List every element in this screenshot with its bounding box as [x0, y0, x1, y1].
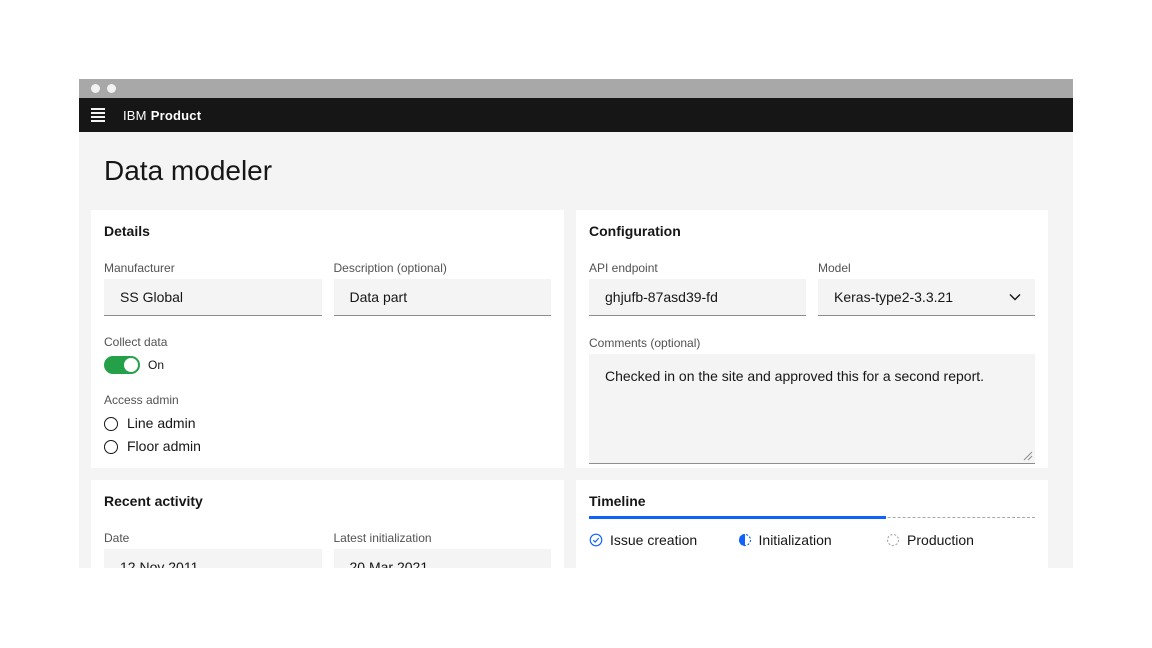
timeline-progress-fill [589, 516, 886, 519]
brand[interactable]: IBM Product [123, 108, 201, 123]
access-admin-group: Access admin Line admin Floor admin [104, 392, 551, 454]
details-card: Details Manufacturer Description (option… [91, 210, 564, 468]
collect-data-state: On [148, 358, 164, 372]
manufacturer-input[interactable] [104, 279, 322, 316]
chevron-down-icon [1009, 293, 1021, 301]
milestone-label: Production [907, 532, 974, 548]
checkmark-outline-icon [589, 533, 603, 547]
api-endpoint-field: API endpoint [589, 260, 806, 316]
radio-button-icon [104, 417, 118, 431]
app-header: IBM Product [79, 98, 1073, 132]
latest-initialization-field: Latest initialization [334, 530, 552, 568]
collect-data-label: Collect data [104, 334, 551, 350]
radio-floor-admin[interactable]: Floor admin [104, 439, 551, 454]
latest-initialization-input[interactable] [334, 549, 552, 568]
model-label: Model [818, 260, 1035, 276]
page-title: Data modeler [104, 154, 272, 188]
window-control-dot-2[interactable] [107, 84, 116, 93]
window-titlebar [79, 79, 1073, 98]
api-endpoint-input[interactable] [589, 279, 806, 316]
manufacturer-label: Manufacturer [104, 260, 322, 276]
timeline-card-title: Timeline [589, 493, 1035, 509]
brand-prefix: IBM [123, 108, 147, 123]
configuration-card-title: Configuration [589, 223, 1035, 239]
hamburger-menu-icon[interactable] [91, 108, 105, 122]
access-admin-label: Access admin [104, 392, 551, 408]
description-input[interactable] [334, 279, 552, 316]
dashed-circle-pending-icon [886, 533, 900, 547]
collect-data-toggle[interactable] [104, 356, 140, 374]
comments-textarea[interactable]: Checked in on the site and approved this… [589, 354, 1035, 464]
half-circle-in-progress-icon [738, 533, 752, 547]
window-control-dot-1[interactable] [91, 84, 100, 93]
model-selected-value: Keras-type2-3.3.21 [834, 289, 953, 305]
page-content: Data modeler Details Manufacturer Descri… [79, 132, 1073, 568]
description-label: Description (optional) [334, 260, 552, 276]
radio-line-admin-label: Line admin [127, 416, 196, 431]
milestone-label: Issue creation [610, 532, 697, 548]
milestone-initialization[interactable]: Initialization [738, 532, 832, 548]
comments-label: Comments (optional) [589, 335, 1035, 351]
collect-data-group: Collect data On [104, 334, 551, 374]
radio-line-admin[interactable]: Line admin [104, 416, 551, 431]
api-endpoint-label: API endpoint [589, 260, 806, 276]
model-dropdown[interactable]: Keras-type2-3.3.21 [818, 279, 1035, 316]
resize-handle-icon[interactable] [1023, 451, 1033, 461]
model-field: Model Keras-type2-3.3.21 [818, 260, 1035, 316]
manufacturer-field: Manufacturer [104, 260, 322, 316]
toggle-knob [124, 358, 138, 372]
milestone-issue-creation[interactable]: Issue creation [589, 532, 697, 548]
app-window: IBM Product Data modeler Details Manufact… [79, 79, 1073, 568]
date-input[interactable] [104, 549, 322, 568]
date-label: Date [104, 530, 322, 546]
description-field: Description (optional) [334, 260, 552, 316]
milestone-label: Initialization [759, 532, 832, 548]
timeline-card: Timeline Issue creation [576, 480, 1048, 568]
latest-initialization-label: Latest initialization [334, 530, 552, 546]
radio-button-icon [104, 440, 118, 454]
timeline-milestones: Issue creation Initialization Production [589, 532, 1035, 550]
brand-name: Product [151, 108, 202, 123]
milestone-production[interactable]: Production [886, 532, 974, 548]
comments-group: Comments (optional) Checked in on the si… [589, 335, 1035, 464]
recent-activity-card: Recent activity Date Latest initializati… [91, 480, 564, 568]
configuration-card: Configuration API endpoint Model Keras-t… [576, 210, 1048, 468]
timeline-track [589, 516, 1035, 519]
details-card-title: Details [104, 223, 551, 239]
radio-floor-admin-label: Floor admin [127, 439, 201, 454]
date-field: Date [104, 530, 322, 568]
recent-activity-card-title: Recent activity [104, 493, 551, 509]
